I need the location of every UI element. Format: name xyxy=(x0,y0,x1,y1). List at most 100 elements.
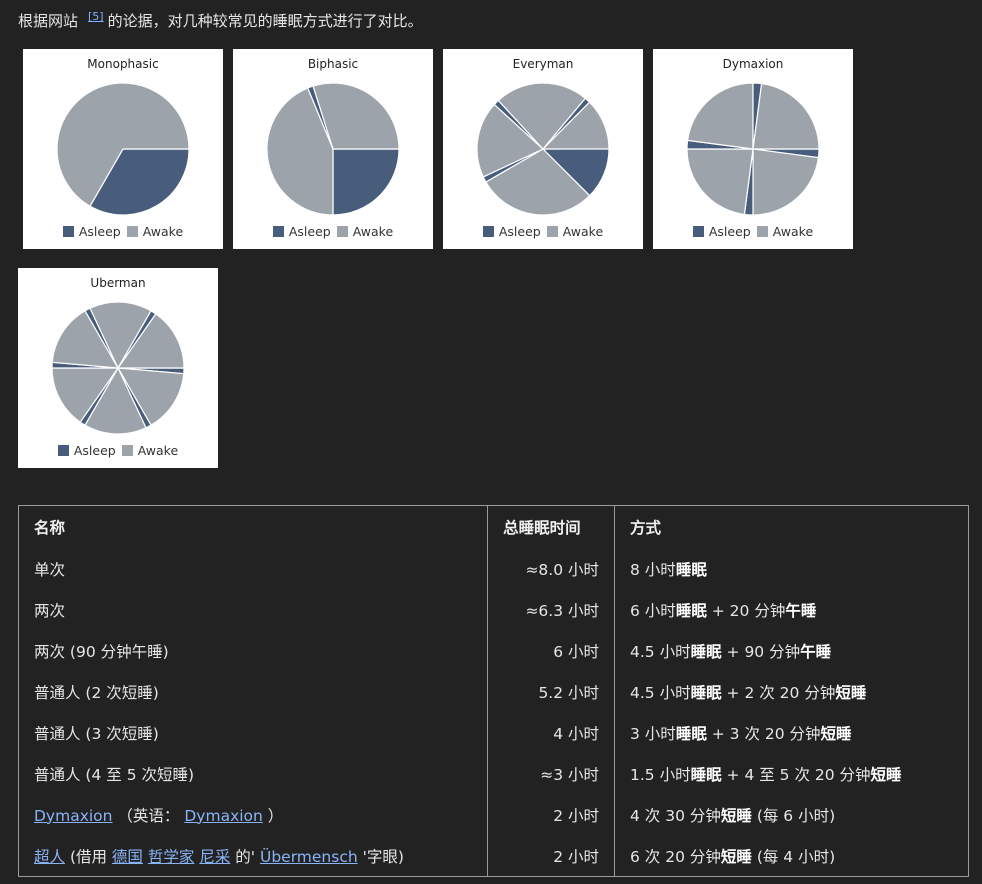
legend-swatch-awake xyxy=(126,226,138,237)
cell-text: 普通人 (4 至 5 次短睡) xyxy=(34,765,195,784)
cell-text: '字眼) xyxy=(357,847,404,866)
cell-text: 4.5 小时 xyxy=(630,683,691,702)
reference-link[interactable]: [5] xyxy=(88,10,104,23)
cell-method: 1.5 小时睡眠 + 4 至 5 次 20 分钟短睡 xyxy=(614,753,969,794)
cell-name: 普通人 (2 次短睡) xyxy=(19,671,488,712)
cell-text: 3 小时 xyxy=(630,724,676,743)
table-row: Dymaxion （英语： Dymaxion ） 2 小时 4 次 30 分钟短睡 … xyxy=(19,794,969,835)
pie-slice-awake-1 xyxy=(752,148,820,216)
cell-method: 4.5 小时睡眠 + 2 次 20 分钟短睡 xyxy=(614,671,969,712)
wiki-link[interactable]: 尼采 xyxy=(199,848,230,866)
cell-name: 超人 (借用 德国 哲学家 尼采 的' Übermensch '字眼) xyxy=(19,835,488,877)
cell-name: 普通人 (4 至 5 次短睡) xyxy=(19,753,488,794)
wiki-link[interactable]: Übermensch xyxy=(260,848,358,866)
cell-text: 两次 xyxy=(34,601,66,620)
cell-text: 普通人 (3 次短睡) xyxy=(34,724,159,743)
legend-swatch-asleep xyxy=(57,445,69,456)
intro-text-after: 的论据，对几种较常见的睡眠方式进行了对比。 xyxy=(107,12,423,30)
cell-total-sleep: 2 小时 xyxy=(487,794,615,835)
cell-name: 单次 xyxy=(19,548,488,589)
pie-chart-uberman: Uberman Asleep Awake xyxy=(18,268,218,468)
pie-svg xyxy=(51,301,185,435)
table-row: 普通人 (4 至 5 次短睡) ≈3 小时 1.5 小时睡眠 + 4 至 5 次 2… xyxy=(19,753,969,794)
cell-total-sleep: ≈3 小时 xyxy=(487,753,615,794)
intro-paragraph: 根据网站 [5] 的论据，对几种较常见的睡眠方式进行了对比。 xyxy=(18,6,423,32)
pie-chart-monophasic: Monophasic Asleep Awake xyxy=(23,49,223,249)
sleep-comparison-table: 名称 总睡眠时间 方式 单次 ≈8.0 小时 8 小时睡眠两次 ≈6.3 小时 6 小时… xyxy=(18,505,969,877)
bold-term: 短睡 xyxy=(720,806,752,825)
legend-label-asleep: Asleep xyxy=(73,443,116,458)
bold-term: 睡眠 xyxy=(690,765,722,784)
cell-total-sleep: ≈8.0 小时 xyxy=(487,548,615,589)
header-name: 名称 xyxy=(34,519,66,537)
legend-swatch-asleep xyxy=(692,226,704,237)
wiki-link[interactable]: 超人 xyxy=(34,848,65,866)
bold-term: 睡眠 xyxy=(675,724,707,743)
table-row: 普通人 (2 次短睡) 5.2 小时 4.5 小时睡眠 + 2 次 20 分钟短睡 xyxy=(19,671,969,712)
bold-term: 午睡 xyxy=(785,601,817,620)
cell-text: 的' xyxy=(230,847,260,866)
bold-term: 睡眠 xyxy=(675,601,707,620)
chart-legend: Asleep Awake xyxy=(443,224,643,239)
pie-chart-everyman: Everyman Asleep Awake xyxy=(443,49,643,249)
cell-text: ） xyxy=(262,806,284,825)
legend-label-asleep: Asleep xyxy=(78,224,121,239)
table-row: 普通人 (3 次短睡) 4 小时 3 小时睡眠 + 3 次 20 分钟短睡 xyxy=(19,712,969,753)
cell-text: (借用 xyxy=(65,847,112,866)
table-row: 单次 ≈8.0 小时 8 小时睡眠 xyxy=(19,548,969,589)
cell-text: + 3 次 20 分钟 xyxy=(706,724,821,743)
pie-svg xyxy=(266,82,400,216)
cell-text: 6 次 20 分钟 xyxy=(630,847,721,866)
bold-term: 睡眠 xyxy=(675,560,707,579)
bold-term: 短睡 xyxy=(720,847,752,866)
pie-chart-biphasic: Biphasic Asleep Awake xyxy=(233,49,433,249)
chart-legend: Asleep Awake xyxy=(23,224,223,239)
legend-label-asleep: Asleep xyxy=(498,224,541,239)
cell-total-sleep: 2 小时 xyxy=(487,835,615,877)
header-method: 方式 xyxy=(614,505,969,548)
cell-text: + 4 至 5 次 20 分钟 xyxy=(721,765,871,784)
wiki-link[interactable]: Dymaxion xyxy=(184,807,263,825)
bold-term: 短睡 xyxy=(820,724,852,743)
cell-text: （英语： xyxy=(112,806,185,825)
cell-name: 两次 xyxy=(19,589,488,630)
pie-chart-dymaxion: Dymaxion Asleep Awake xyxy=(653,49,853,249)
cell-method: 6 小时睡眠 + 20 分钟午睡 xyxy=(614,589,969,630)
cell-text: 普通人 (2 次短睡) xyxy=(34,683,159,702)
cell-text: + 2 次 20 分钟 xyxy=(721,683,836,702)
cell-name: Dymaxion （英语： Dymaxion ） xyxy=(19,794,488,835)
legend-label-asleep: Asleep xyxy=(288,224,331,239)
legend-swatch-awake xyxy=(121,445,133,456)
cell-text: + 90 分钟 xyxy=(721,642,801,661)
pie-slice-awake-3 xyxy=(686,148,754,216)
table-row: 两次 ≈6.3 小时 6 小时睡眠 + 20 分钟午睡 xyxy=(19,589,969,630)
cell-method: 4.5 小时睡眠 + 90 分钟午睡 xyxy=(614,630,969,671)
legend-label-awake: Awake xyxy=(562,224,604,239)
wiki-link[interactable]: 德国 xyxy=(112,848,143,866)
header-total-sleep: 总睡眠时间 xyxy=(487,505,615,548)
legend-swatch-awake xyxy=(336,226,348,237)
legend-swatch-awake xyxy=(756,226,768,237)
wiki-link[interactable]: Dymaxion xyxy=(34,807,113,825)
cell-method: 6 次 20 分钟短睡 (每 4 小时) xyxy=(614,835,969,877)
legend-swatch-asleep xyxy=(62,226,74,237)
pie-slice-awake-5 xyxy=(686,82,754,150)
bold-term: 短睡 xyxy=(870,765,902,784)
bold-term: 睡眠 xyxy=(690,683,722,702)
legend-label-awake: Awake xyxy=(772,224,814,239)
chart-legend: Asleep Awake xyxy=(233,224,433,239)
cell-text: 4.5 小时 xyxy=(630,642,691,661)
cell-name: 普通人 (3 次短睡) xyxy=(19,712,488,753)
chart-legend: Asleep Awake xyxy=(18,443,218,458)
cell-total-sleep: 6 小时 xyxy=(487,630,615,671)
table-row: 超人 (借用 德国 哲学家 尼采 的' Übermensch '字眼) 2 小时 6… xyxy=(19,835,969,877)
pie-svg xyxy=(686,82,820,216)
cell-method: 3 小时睡眠 + 3 次 20 分钟短睡 xyxy=(614,712,969,753)
legend-label-asleep: Asleep xyxy=(708,224,751,239)
wiki-link[interactable]: 哲学家 xyxy=(148,848,195,866)
legend-label-awake: Awake xyxy=(142,224,184,239)
cell-total-sleep: ≈6.3 小时 xyxy=(487,589,615,630)
legend-label-awake: Awake xyxy=(137,443,179,458)
cell-text: 1.5 小时 xyxy=(630,765,691,784)
table-header-row: 名称 总睡眠时间 方式 xyxy=(19,505,969,548)
